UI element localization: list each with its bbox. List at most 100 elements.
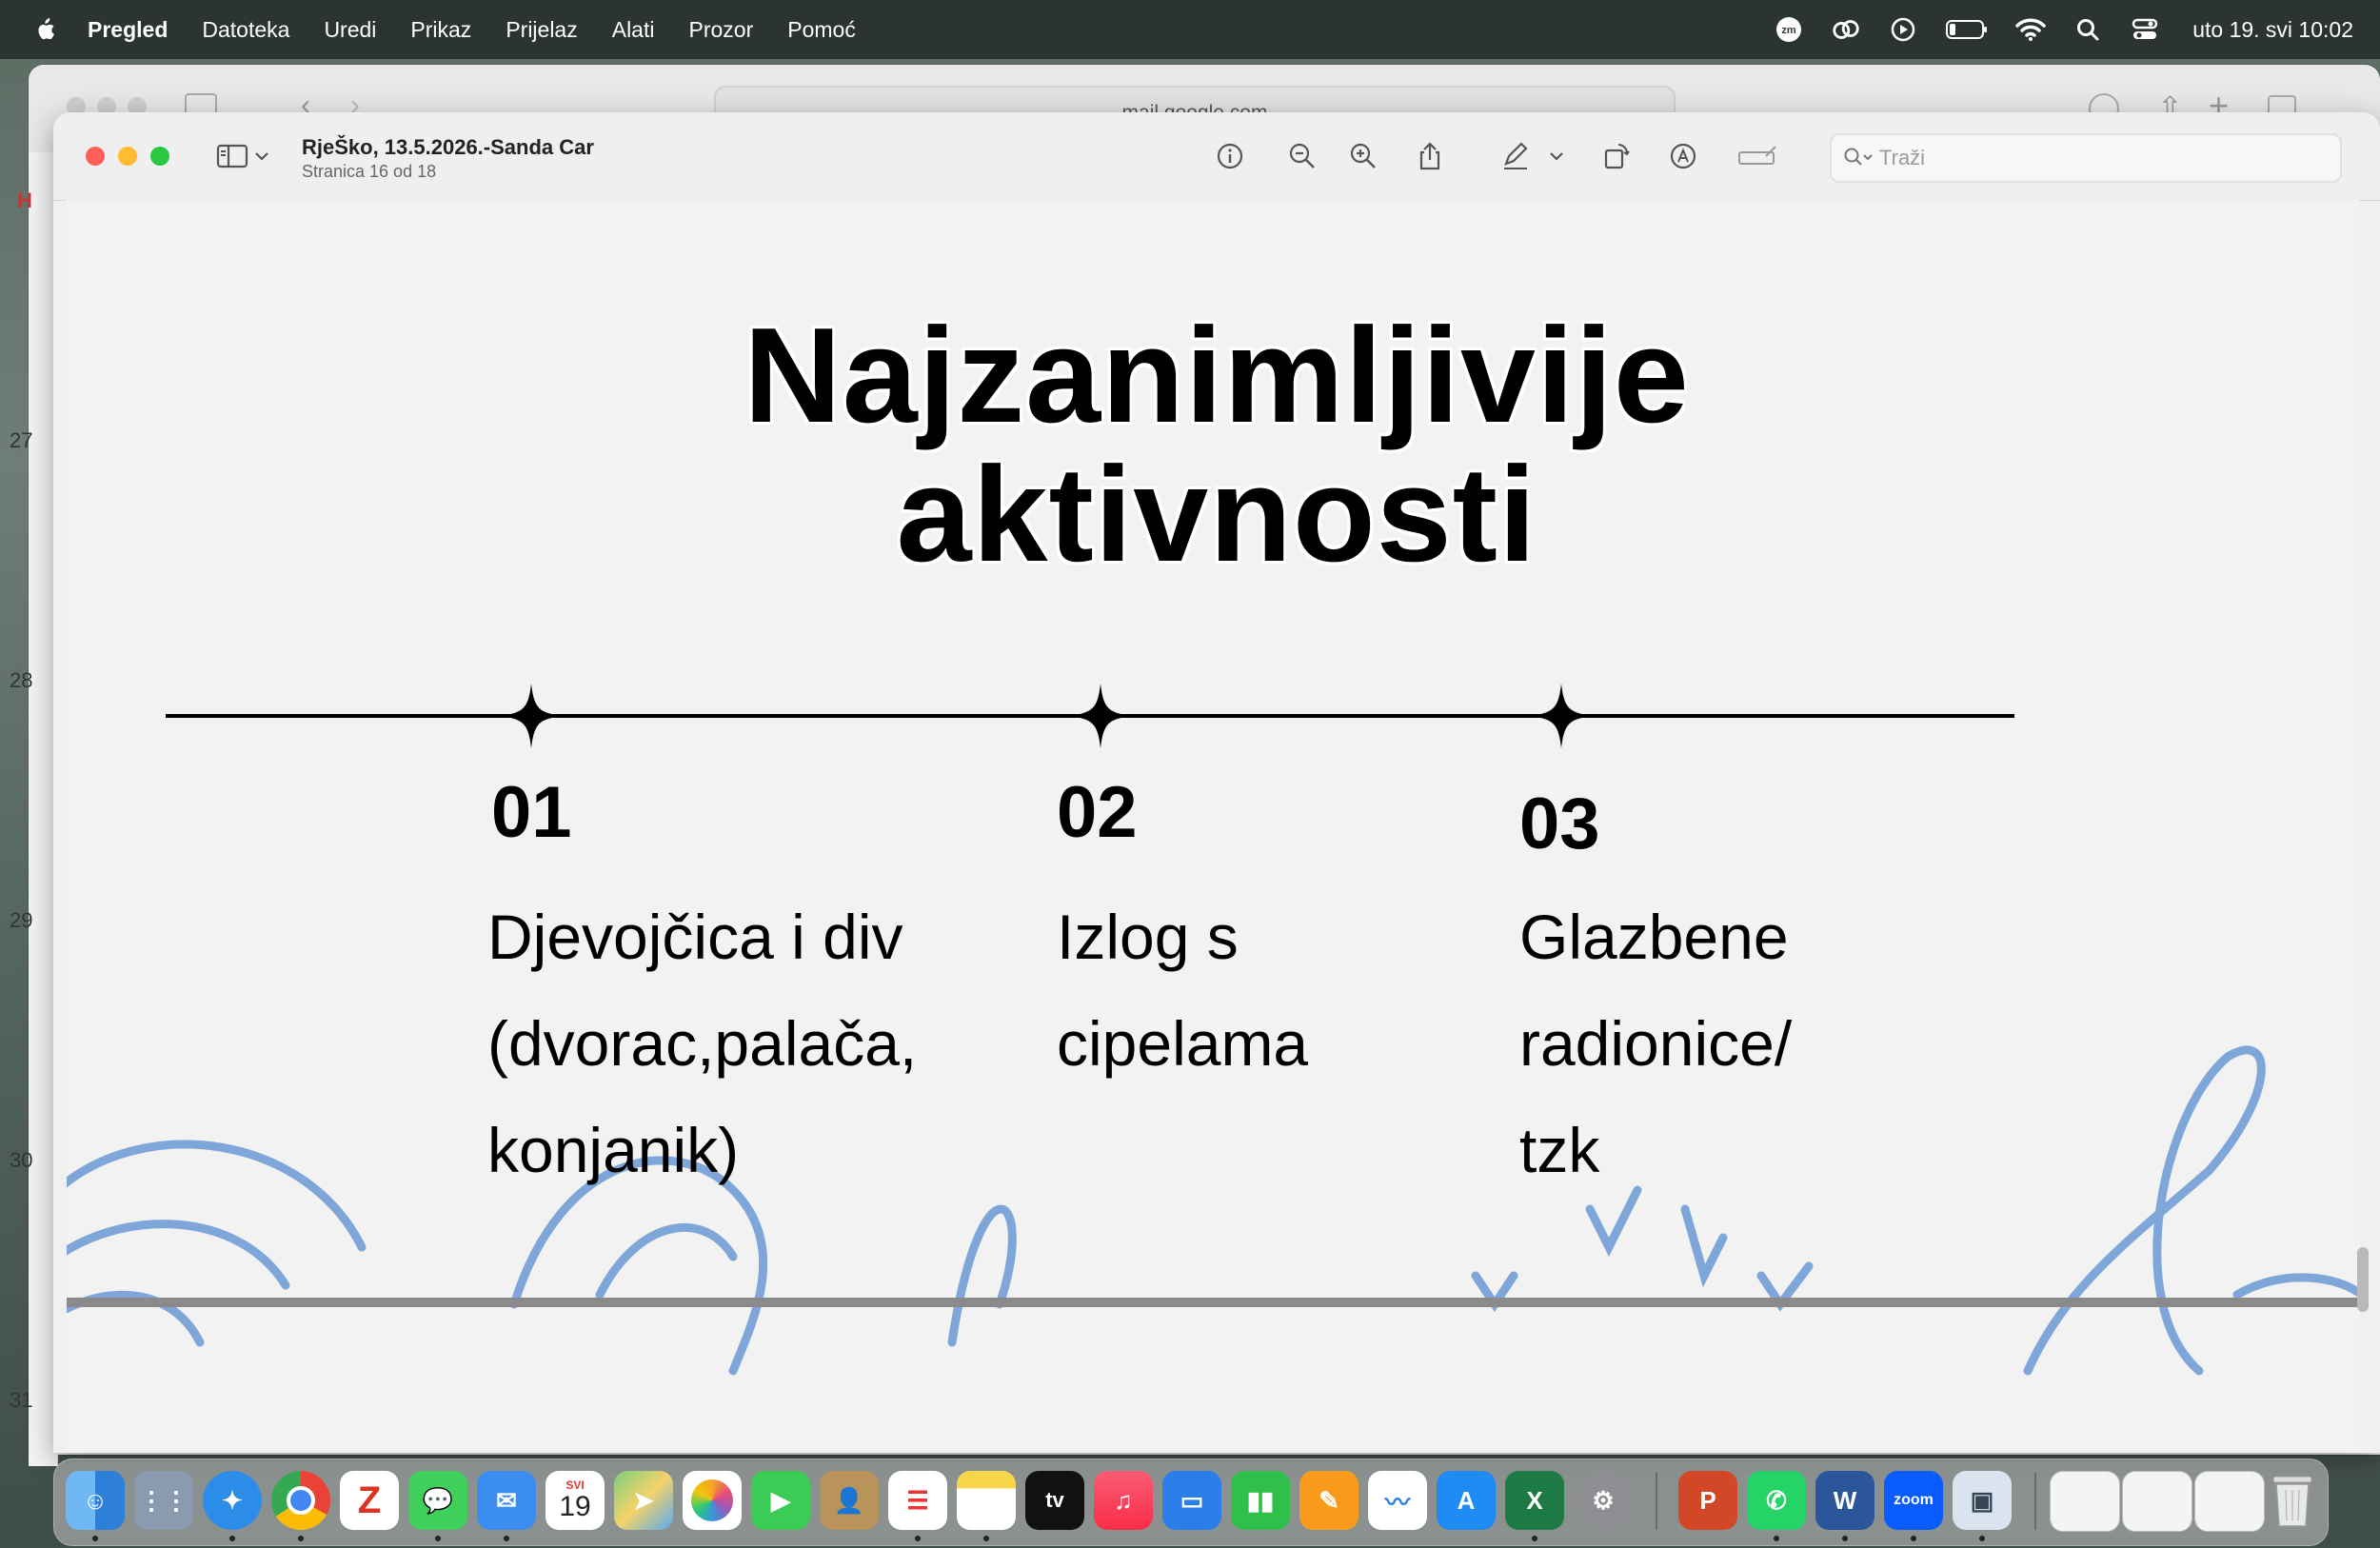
dock-minimized-window[interactable] [2050, 1471, 2120, 1532]
menu-bar: Pregled Datoteka Uredi Prikaz Prijelaz A… [0, 0, 2380, 59]
menu-datoteka[interactable]: Datoteka [202, 17, 289, 43]
dock-launchpad-icon[interactable]: ⋮⋮ [134, 1471, 193, 1530]
star-marker-icon [499, 684, 564, 748]
running-indicator [1911, 1536, 1916, 1541]
dock-pages-icon[interactable]: ✎ [1299, 1471, 1359, 1530]
menu-prozor[interactable]: Prozor [688, 17, 753, 43]
dock-chrome-icon[interactable] [271, 1471, 330, 1530]
zoom-in-icon[interactable] [1346, 139, 1380, 173]
dock-trash-icon[interactable] [2263, 1471, 2322, 1530]
chevron-down-icon[interactable] [251, 139, 272, 173]
dock-safari-icon[interactable]: ✦ [203, 1471, 262, 1530]
control-center-icon[interactable] [2130, 14, 2160, 45]
dock-contacts-icon[interactable]: 👤 [820, 1471, 879, 1530]
menu-alati[interactable]: Alati [612, 17, 655, 43]
creative-cloud-icon[interactable] [1831, 14, 1861, 45]
rotate-icon[interactable] [1599, 139, 1634, 173]
chevron-down-icon[interactable] [1546, 139, 1567, 173]
sidebar-number: 30 [10, 1148, 33, 1172]
dock-reminders-icon[interactable]: ☰ [888, 1471, 947, 1530]
dock-keynote-icon[interactable]: ▭ [1162, 1471, 1221, 1530]
dock-whatsapp-icon[interactable]: ✆ [1747, 1471, 1806, 1530]
dock-facetime-icon[interactable]: ▶ [751, 1471, 810, 1530]
item-number: 01 [491, 772, 572, 853]
menu-prikaz[interactable]: Prikaz [410, 17, 471, 43]
info-icon[interactable] [1213, 139, 1247, 173]
document-title: RjeŠko, 13.5.2026.-Sanda Car [302, 135, 594, 159]
spotlight-icon[interactable] [2073, 14, 2103, 45]
item-text-line: Glazbene [1519, 902, 1789, 972]
zoom-label: zoom [1894, 1492, 1934, 1508]
play-icon[interactable] [1888, 14, 1918, 45]
annotate-icon[interactable] [1666, 139, 1700, 173]
clock[interactable]: uto 19. svi 10:02 [2192, 17, 2353, 43]
item-number: 03 [1519, 784, 1600, 864]
menu-uredi[interactable]: Uredi [324, 17, 376, 43]
item-text-line: Djevojčica i div [487, 902, 903, 972]
running-indicator [983, 1536, 989, 1541]
search-placeholder: Traži [1879, 146, 1926, 169]
dock-finder-icon[interactable]: ☺ [66, 1471, 125, 1530]
search-icon [1844, 148, 1873, 166]
running-indicator [229, 1536, 235, 1541]
share-icon[interactable] [1413, 139, 1447, 173]
dock-zoom-icon[interactable]: zoom [1884, 1471, 1943, 1530]
item-text-line: Izlog s [1057, 902, 1239, 972]
apple-icon[interactable] [34, 17, 55, 42]
status-area: zm uto 19. svi 10:02 [1774, 0, 2353, 59]
running-indicator [915, 1536, 921, 1541]
highlight-icon[interactable] [1736, 139, 1780, 173]
dock-freeform-icon[interactable]: 〰 [1368, 1471, 1427, 1530]
sidebar-letter: H [17, 189, 32, 212]
running-indicator [298, 1536, 304, 1541]
dock-minimized-window[interactable] [2122, 1471, 2192, 1532]
dock-mail-icon[interactable]: ✉ [477, 1471, 536, 1530]
svg-text:zm: zm [1782, 25, 1797, 36]
search-field[interactable]: Traži [1830, 133, 2342, 183]
markup-pen-icon[interactable] [1498, 139, 1533, 173]
menu-prijelaz[interactable]: Prijelaz [506, 17, 577, 43]
calendar-month: SVI [565, 1479, 585, 1492]
scrollbar-thumb[interactable] [2357, 1247, 2369, 1312]
dock-powerpoint-icon[interactable]: P [1678, 1471, 1737, 1530]
running-indicator [435, 1536, 441, 1541]
zoom-button[interactable] [150, 147, 169, 166]
star-marker-icon [1529, 684, 1594, 748]
dock-messages-icon[interactable]: 💬 [408, 1471, 467, 1530]
dock-preview-icon[interactable]: ▣ [1953, 1471, 2012, 1530]
item-text-line: radionice/ [1519, 1008, 1793, 1079]
dock-music-icon[interactable]: ♫ [1094, 1471, 1153, 1530]
dock-excel-icon[interactable]: X [1505, 1471, 1564, 1530]
dock-photos-icon[interactable] [683, 1471, 742, 1530]
running-indicator [92, 1536, 98, 1541]
sidebar-number: 27 [10, 428, 33, 452]
dock-divider [1656, 1473, 1657, 1530]
page-indicator: Stranica 16 od 18 [302, 162, 437, 181]
dock-maps-icon[interactable]: ➤ [614, 1471, 673, 1530]
dock-divider [2034, 1473, 2036, 1530]
dock-appstore-icon[interactable]: A [1437, 1471, 1496, 1530]
minimize-button[interactable] [118, 147, 137, 166]
dock-word-icon[interactable]: W [1815, 1471, 1874, 1530]
dock-settings-icon[interactable]: ⚙ [1574, 1471, 1633, 1530]
menu-app-name[interactable]: Pregled [88, 17, 168, 43]
page-separator [67, 1298, 2359, 1307]
dock-tv-icon[interactable]: tv [1025, 1471, 1084, 1530]
sidebar-toggle-icon[interactable] [215, 139, 249, 173]
dock-calendar-icon[interactable]: SVI 19 [545, 1471, 605, 1530]
dock-numbers-icon[interactable]: ▮▮ [1231, 1471, 1290, 1530]
running-indicator [1532, 1536, 1537, 1541]
wifi-icon[interactable] [2015, 14, 2046, 45]
dock-zotero-icon[interactable]: Z [340, 1471, 399, 1530]
dock-minimized-window[interactable] [2194, 1471, 2265, 1532]
star-marker-icon [1068, 684, 1133, 748]
zoom-icon[interactable]: zm [1774, 14, 1804, 45]
zoom-out-icon[interactable] [1285, 139, 1319, 173]
preview-window: RjeŠko, 13.5.2026.-Sanda Car Stranica 16… [53, 112, 2380, 1453]
item-text-line: (dvorac,palača, [487, 1008, 918, 1079]
dock-notes-icon[interactable] [957, 1471, 1016, 1530]
document-page[interactable]: Najzanimljivije aktivnosti 01 Djevojčica… [67, 200, 2359, 1453]
menu-pomoc[interactable]: Pomoć [787, 17, 856, 43]
close-button[interactable] [86, 147, 105, 166]
battery-icon[interactable] [1945, 14, 1989, 45]
